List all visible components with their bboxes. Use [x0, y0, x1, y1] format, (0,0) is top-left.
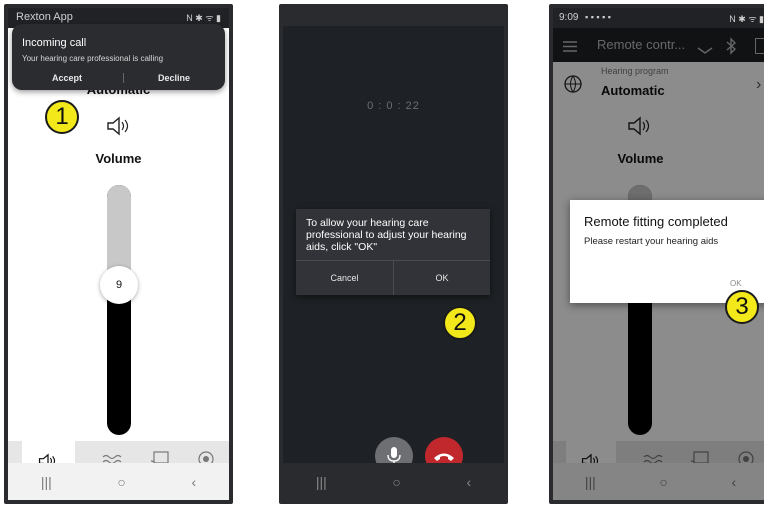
home-button[interactable]: ○ — [392, 474, 400, 490]
phone-screenshot-2: 0 : 0 : 22 To allow your hearing care pr… — [279, 4, 508, 504]
cancel-button[interactable]: Cancel — [296, 260, 393, 295]
decline-button[interactable]: Decline — [158, 73, 190, 83]
step-badge-2: 2 — [443, 306, 477, 340]
volume-label: Volume — [95, 151, 142, 166]
status-bar — [283, 8, 504, 26]
status-time: 9:09 — [559, 12, 579, 23]
ok-button[interactable]: OK — [394, 260, 490, 295]
recents-button[interactable]: ||| — [316, 474, 327, 490]
volume-slider-thumb[interactable]: 9 — [100, 266, 138, 304]
app-status-label: Rexton App — [16, 11, 73, 23]
notification-icons: ▪ ▪ ▪ ▪ ▪ — [585, 12, 611, 22]
fitting-complete-dialog: Remote fitting completed Please restart … — [570, 200, 764, 303]
dialog-title: Remote fitting completed — [584, 214, 728, 229]
speaker-icon — [106, 116, 132, 141]
dialog-message: To allow your hearing care professional … — [306, 217, 467, 253]
incoming-call-notification: Incoming call Your hearing care professi… — [12, 24, 225, 90]
phone-screenshot-3: 9:09 ▪ ▪ ▪ ▪ ▪ N ✱ ᯤ ▮ Remote contr... H… — [549, 4, 764, 504]
notification-divider — [123, 73, 124, 83]
step-badge-3: 3 — [725, 290, 759, 324]
accept-button[interactable]: Accept — [52, 73, 82, 83]
home-button[interactable]: ○ — [117, 474, 125, 490]
android-nav-bar: ||| ○ ‹ — [283, 463, 504, 500]
step-badge-1: 1 — [45, 100, 79, 134]
status-icons: N ✱ ᯤ ▮ — [729, 14, 764, 24]
recents-button[interactable]: ||| — [41, 474, 52, 490]
status-bar: 9:09 ▪ ▪ ▪ ▪ ▪ N ✱ ᯤ ▮ — [553, 8, 764, 28]
notification-title: Incoming call — [22, 37, 87, 49]
notification-body: Your hearing care professional is callin… — [22, 54, 164, 63]
call-timer: 0 : 0 : 22 — [367, 100, 420, 112]
back-button[interactable]: ‹ — [466, 474, 471, 490]
volume-slider-track[interactable] — [107, 185, 131, 435]
phone-screenshot-1: Rexton App N ✱ ᯤ ▮ Automatic Incoming ca… — [4, 4, 233, 504]
back-button[interactable]: ‹ — [191, 474, 196, 490]
permission-dialog: To allow your hearing care professional … — [296, 209, 490, 295]
dialog-body: Please restart your hearing aids — [584, 236, 719, 247]
android-nav-bar: ||| ○ ‹ — [8, 463, 229, 500]
ok-button[interactable]: OK — [730, 279, 742, 288]
status-icons: N ✱ ᯤ ▮ — [186, 13, 221, 23]
hangup-icon — [434, 453, 454, 461]
